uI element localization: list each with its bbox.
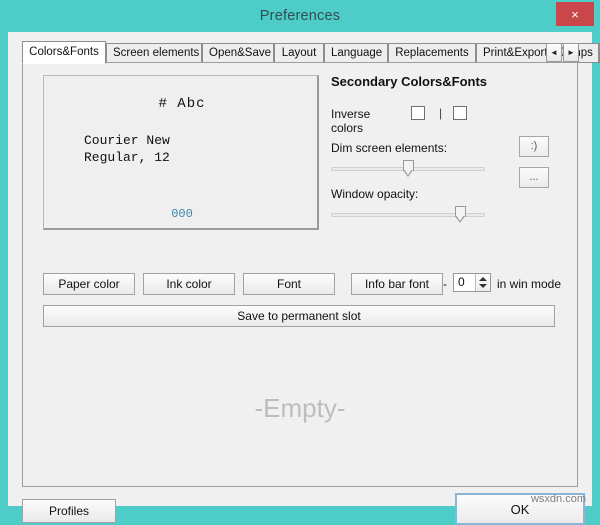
close-icon[interactable]: ×: [556, 2, 594, 26]
inverse-colors-checkbox-2[interactable]: [453, 106, 467, 120]
window-opacity-label: Window opacity:: [331, 187, 419, 201]
tab-screen-elements[interactable]: Screen elements: [106, 43, 202, 63]
font-preview-box: # Abc Courier New Regular, 12 000: [43, 75, 319, 230]
tab-replacements[interactable]: Replacements: [388, 43, 476, 63]
smiley-button[interactable]: :): [519, 136, 549, 157]
page-title: Preferences: [259, 8, 341, 24]
info-bar-win-mode-label: in win mode: [497, 277, 562, 291]
inverse-colors-separator: |: [439, 106, 443, 120]
spinner-down-icon[interactable]: [479, 284, 487, 288]
tab-scroll-right-icon[interactable]: ►: [563, 43, 579, 62]
tab-colors-fonts[interactable]: Colors&Fonts: [22, 41, 106, 64]
ink-color-button[interactable]: Ink color: [143, 273, 235, 295]
info-bar-font-button[interactable]: Info bar font: [351, 273, 443, 295]
opacity-slider-thumb-tip-inner: [456, 215, 464, 221]
tab-print-export[interactable]: Print&Export: [476, 43, 552, 63]
ellipsis-button[interactable]: ...: [519, 167, 549, 188]
spinner-value: 0: [458, 275, 465, 289]
dialog-client-area: Colors&Fonts Screen elements Open&Save L…: [8, 32, 600, 525]
empty-slot-label: -Empty-: [254, 393, 346, 423]
paper-color-button[interactable]: Paper color: [43, 273, 135, 295]
title-bar: Preferences ×: [0, 0, 600, 32]
window-opacity-slider[interactable]: [331, 205, 485, 225]
tab-page-colors-fonts: # Abc Courier New Regular, 12 000 Second…: [22, 62, 578, 487]
font-button[interactable]: Font: [243, 273, 335, 295]
preferences-window: Preferences × Colors&Fonts Screen elemen…: [0, 0, 600, 525]
watermark: wsxdn.com: [530, 493, 586, 505]
secondary-colors-fonts-heading: Secondary Colors&Fonts: [331, 74, 488, 89]
tab-language[interactable]: Language: [324, 43, 388, 63]
save-to-permanent-slot-button[interactable]: Save to permanent slot: [43, 305, 555, 327]
preview-line-numbers: 000: [171, 207, 193, 221]
inverse-colors-checkbox-1[interactable]: [411, 106, 425, 120]
preview-font-style: Regular, 12: [84, 150, 170, 165]
tab-layout[interactable]: Layout: [274, 43, 324, 63]
opacity-slider-thumb[interactable]: [455, 206, 466, 224]
spinner-up-icon[interactable]: [479, 277, 487, 281]
tab-open-save[interactable]: Open&Save: [202, 43, 274, 63]
profiles-button[interactable]: Profiles: [22, 499, 116, 523]
dim-screen-elements-slider[interactable]: [331, 159, 485, 179]
info-bar-font-size-stepper[interactable]: 0: [453, 273, 491, 292]
dim-screen-elements-label: Dim screen elements:: [331, 141, 448, 155]
spinner-buttons[interactable]: [475, 274, 490, 291]
dim-slider-thumb[interactable]: [403, 160, 414, 178]
info-bar-font-minus-sign: -: [443, 277, 447, 291]
inverse-colors-label: Inverse colors: [331, 107, 371, 135]
tab-strip: Colors&Fonts Screen elements Open&Save L…: [22, 41, 600, 64]
tab-scroll-left-icon[interactable]: ◄: [546, 43, 562, 62]
preview-font-name: Courier New: [84, 133, 170, 148]
dim-slider-thumb-tip-inner: [404, 169, 412, 175]
preview-sample-text: # Abc: [158, 96, 206, 112]
